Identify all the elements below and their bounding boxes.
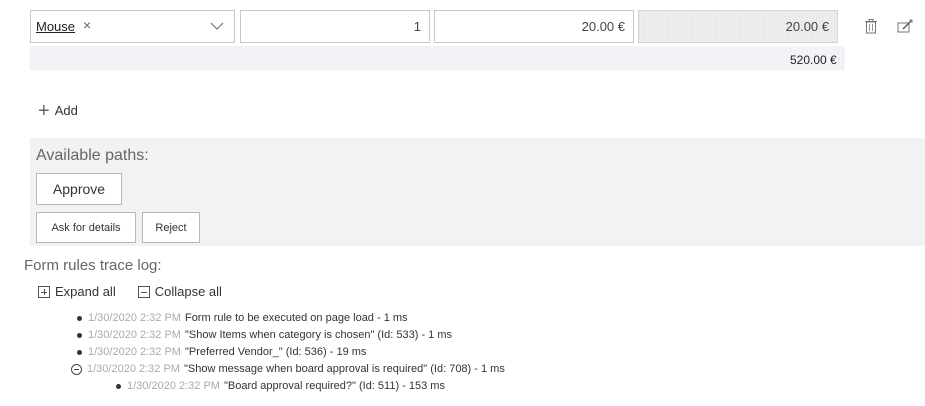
log-timestamp: 1/30/2020 2:32 PM [88,312,181,324]
log-text: "Show Items when category is chosen" (Id… [184,329,453,341]
line-item-row: Mouse × 1 20.00 € 20.00 € [30,8,925,44]
collapse-node-icon[interactable] [71,363,82,375]
log-timestamp: 1/30/2020 2:32 PM [87,363,180,375]
collapse-all-button[interactable]: Collapse all [137,284,222,299]
remove-tag-icon[interactable]: × [83,17,91,33]
list-item: 1/30/2020 2:32 PM "Board approval requir… [116,380,445,392]
add-label: Add [54,103,78,118]
bullet-icon [77,332,82,338]
line-total-value: 20.00 € [785,19,829,34]
grand-total: 520.00 € [790,53,837,67]
collapse-all-label: Collapse all [154,284,222,299]
trace-toolbar: Expand all Collapse all [38,284,222,299]
quantity-input[interactable]: 1 [240,10,430,43]
summary-bar [30,46,845,70]
log-text: "Board approval required?" (Id: 511) - 1… [223,380,445,392]
plus-icon: + [38,99,50,122]
add-button[interactable]: + Add [38,99,78,122]
product-tag[interactable]: Mouse [36,19,75,34]
edit-icon[interactable] [896,17,914,35]
list-item[interactable]: 1/30/2020 2:32 PM "Show message when boa… [71,363,505,375]
quantity-value: 1 [413,19,421,34]
trace-log-title: Form rules trace log: [24,257,162,274]
list-item: 1/30/2020 2:32 PM "Show Items when categ… [77,329,452,341]
log-text: "Show message when board approval is req… [183,363,505,375]
chevron-down-icon[interactable] [210,19,224,33]
list-item: 1/30/2020 2:32 PM "Preferred Vendor_" (I… [77,346,366,358]
product-select[interactable]: Mouse × [30,10,235,43]
unit-price-input[interactable]: 20.00 € [434,10,634,43]
line-total-field: 20.00 € [638,10,838,43]
log-text: Form rule to be executed on page load - … [184,312,408,324]
log-text: "Preferred Vendor_" (Id: 536) - 19 ms [184,346,367,358]
expand-all-button[interactable]: Expand all [38,284,116,299]
reject-button[interactable]: Reject [142,212,200,243]
ask-for-details-button[interactable]: Ask for details [36,212,136,243]
expand-icon [38,285,50,298]
collapse-icon [137,285,150,298]
available-paths-panel: Available paths: Approve Ask for details… [30,138,925,246]
delete-icon[interactable] [862,17,880,35]
unit-price-value: 20.00 € [581,19,625,34]
log-timestamp: 1/30/2020 2:32 PM [88,346,181,358]
expand-all-label: Expand all [55,284,116,299]
bullet-icon [116,383,121,389]
log-timestamp: 1/30/2020 2:32 PM [88,329,181,341]
bullet-icon [77,315,82,321]
log-timestamp: 1/30/2020 2:32 PM [127,380,220,392]
available-paths-label: Available paths: [36,147,149,164]
approve-button[interactable]: Approve [36,173,122,205]
bullet-icon [77,349,82,355]
list-item: 1/30/2020 2:32 PM Form rule to be execut… [77,312,408,324]
